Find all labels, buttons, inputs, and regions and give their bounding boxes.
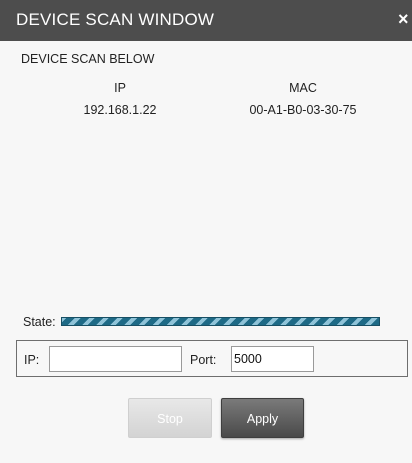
close-icon[interactable]: × [398,9,412,29]
stop-button[interactable]: Stop [128,398,212,438]
scan-progress-fill [62,318,379,325]
mac-column-header: MAC [289,81,317,95]
device-scan-window: DEVICE SCAN WINDOW × DEVICE SCAN BELOW I… [0,0,412,463]
scan-heading: DEVICE SCAN BELOW [21,52,155,66]
ip-input[interactable] [49,346,182,372]
apply-button[interactable]: Apply [221,398,304,438]
port-field-label: Port: [190,353,217,367]
state-label: State: [23,315,56,329]
title-bar: DEVICE SCAN WINDOW × [0,0,412,41]
scan-progress-bar [61,317,380,326]
ip-column-header: IP [114,81,126,95]
device-row-ip[interactable]: 192.168.1.22 [60,103,180,117]
connection-panel: IP: Port: [16,340,408,377]
ip-field-label: IP: [24,353,40,367]
device-row-mac[interactable]: 00-A1-B0-03-30-75 [240,103,366,117]
window-title: DEVICE SCAN WINDOW [16,10,215,29]
port-input[interactable] [231,346,314,372]
